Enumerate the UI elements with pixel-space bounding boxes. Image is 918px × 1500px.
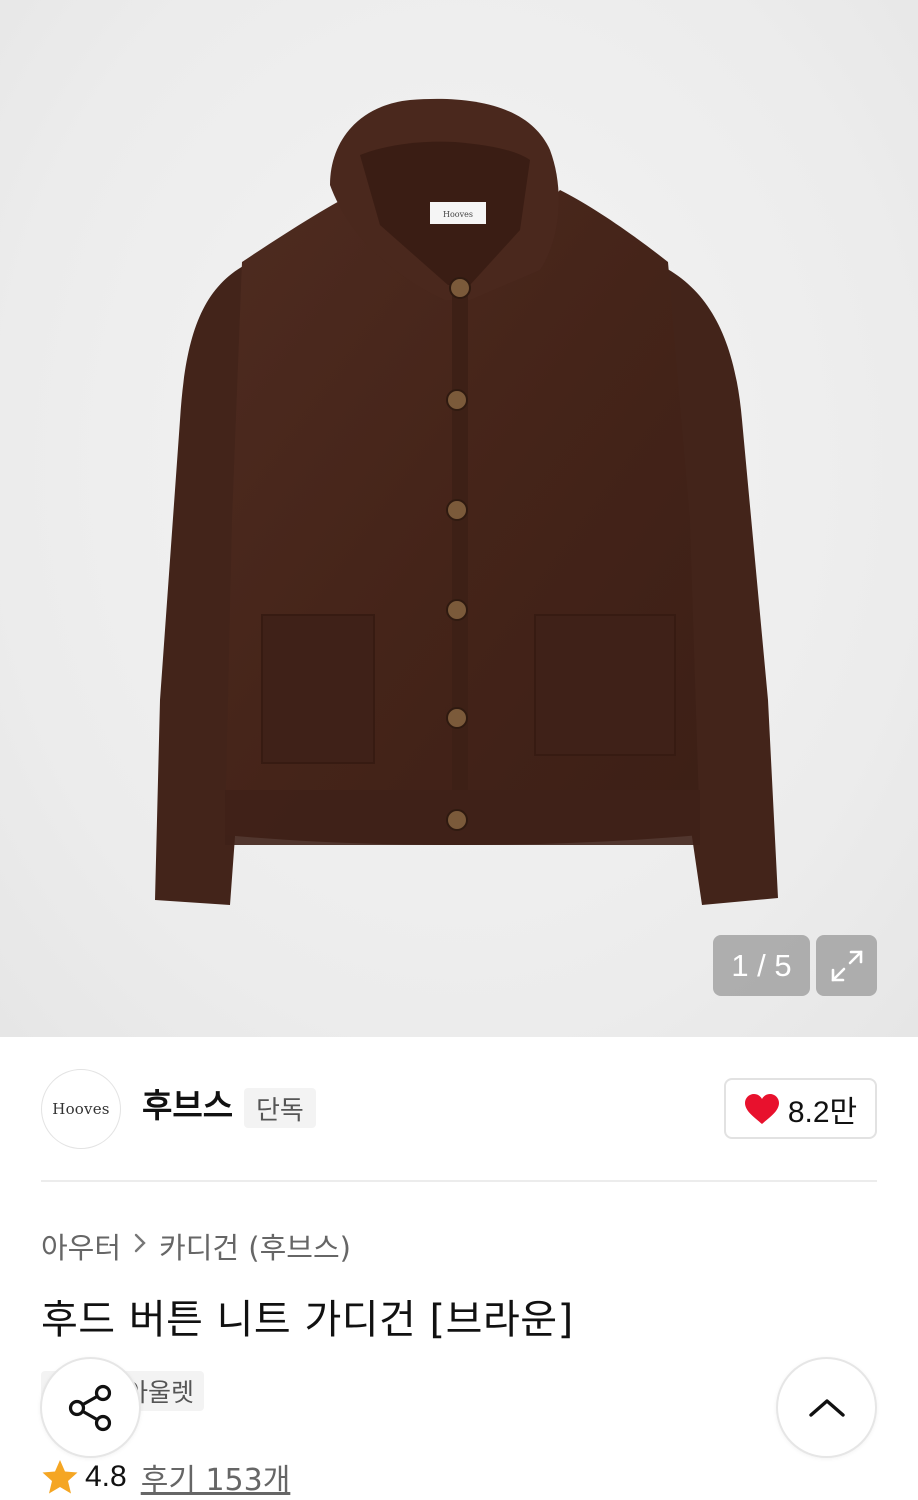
review-count-link[interactable]: 후기 153개 <box>141 1455 291 1499</box>
product-image-gallery[interactable]: Hooves 1 / 5 <box>0 0 918 1037</box>
share-icon <box>68 1384 111 1431</box>
product-title: 후드 버튼 니트 가디건 [브라운] <box>41 1297 574 1343</box>
brand-exclusive-badge: 단독 <box>244 1088 316 1128</box>
rating-score: 4.8 <box>85 1460 127 1493</box>
like-button[interactable]: 8.2만 <box>724 1078 877 1139</box>
image-counter: 1 / 5 <box>713 935 810 996</box>
svg-text:Hooves: Hooves <box>443 210 473 219</box>
breadcrumb: 아우터 카디건 (후브스) <box>41 1225 351 1267</box>
expand-icon <box>831 950 862 981</box>
scroll-to-top-button[interactable] <box>776 1357 877 1458</box>
section-divider <box>41 1180 877 1182</box>
product-image: Hooves <box>155 98 778 905</box>
breadcrumb-category[interactable]: 아우터 <box>41 1225 121 1267</box>
chevron-up-icon <box>808 1398 845 1417</box>
rating: 4.8 후기 153개 <box>41 1455 290 1499</box>
star-icon <box>42 1460 78 1494</box>
brand-logo[interactable]: Hooves <box>41 1069 121 1149</box>
share-button[interactable] <box>40 1357 141 1458</box>
like-count: 8.2만 <box>787 1095 858 1129</box>
chevron-right-icon <box>133 1231 147 1261</box>
fullscreen-button[interactable] <box>816 935 877 996</box>
brand-name[interactable]: 후브스 <box>142 1084 233 1128</box>
heart-icon <box>744 1093 779 1124</box>
breadcrumb-subcategory[interactable]: 카디건 (후브스) <box>159 1225 351 1267</box>
